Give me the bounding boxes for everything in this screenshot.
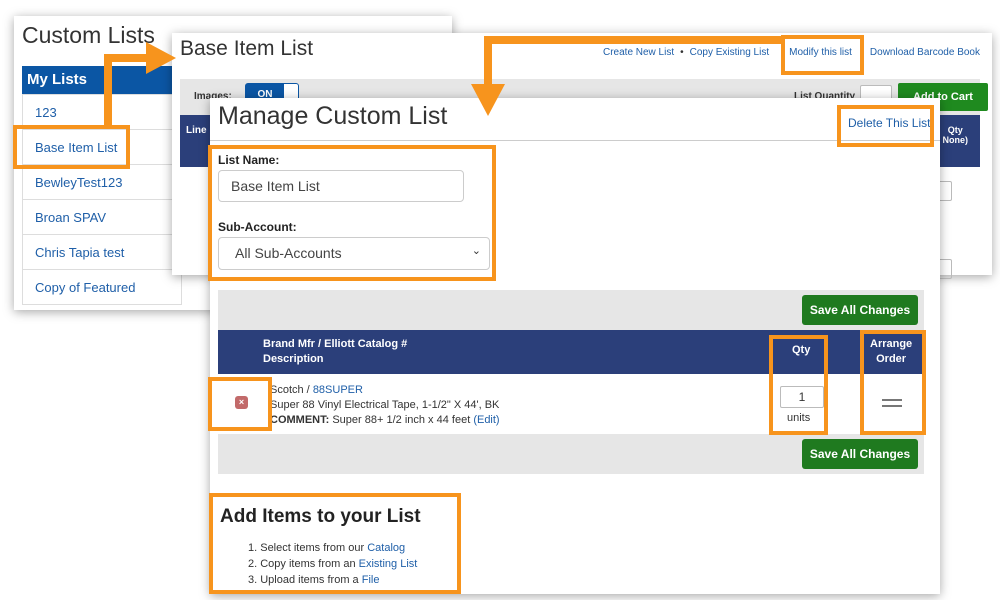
arrow-to-base-list [104,54,148,125]
arrow-to-manage [484,36,781,88]
arrow-head-down [471,84,505,116]
arrow-head-right [146,42,176,74]
annotation-arrows [104,36,781,125]
